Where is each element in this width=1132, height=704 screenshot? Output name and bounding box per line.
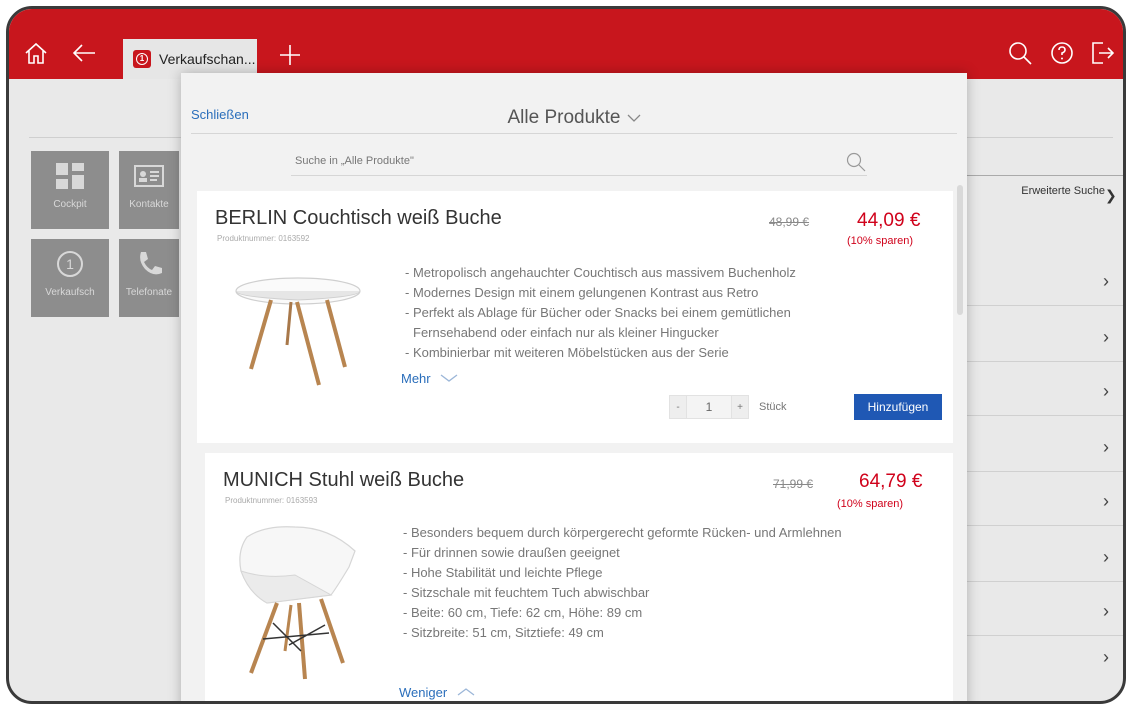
chevron-right-icon[interactable]: › xyxy=(1103,381,1109,402)
add-tab-icon[interactable] xyxy=(277,42,303,68)
product-name[interactable]: MUNICH Stuhl weiß Buche xyxy=(223,469,464,492)
saving-badge: (10% sparen) xyxy=(847,235,914,247)
chevron-right-icon[interactable]: ❯ xyxy=(1105,187,1117,204)
badge-1-icon: 1 xyxy=(31,249,109,281)
tile-cockpit[interactable]: Cockpit xyxy=(31,151,109,229)
list-divider xyxy=(967,361,1123,362)
chevron-up-icon xyxy=(451,685,475,700)
chevron-right-icon[interactable]: › xyxy=(1103,437,1109,458)
increment-button[interactable]: + xyxy=(731,395,749,419)
chevron-right-icon[interactable]: › xyxy=(1103,601,1109,622)
tile-telefonate[interactable]: Telefonate xyxy=(119,239,179,317)
chevron-right-icon[interactable]: › xyxy=(1103,271,1109,292)
product-name[interactable]: BERLIN Couchtisch weiß Buche xyxy=(215,207,502,230)
old-price: 48,99 € xyxy=(769,215,810,229)
search-placeholder: Suche in „Alle Produkte" xyxy=(295,155,414,167)
chevron-right-icon[interactable]: › xyxy=(1103,491,1109,512)
tab-badge-icon: 1 xyxy=(133,50,151,68)
scrollbar[interactable] xyxy=(957,185,963,315)
modal-header: Schließen Alle Produkte Suche in „Alle P… xyxy=(181,73,967,185)
right-panel-divider xyxy=(967,175,1123,176)
help-icon[interactable] xyxy=(1049,40,1075,66)
add-button[interactable]: Hinzufügen xyxy=(854,394,942,420)
dashboard-icon xyxy=(31,161,109,193)
more-toggle[interactable]: Mehr xyxy=(401,371,458,386)
quantity-field[interactable]: 1 xyxy=(687,395,731,419)
tab-label: Verkaufschan... xyxy=(159,51,256,67)
product-number: Produktnummer: 0163593 xyxy=(225,496,318,505)
list-divider xyxy=(967,581,1123,582)
product-picker-modal: Schließen Alle Produkte Suche in „Alle P… xyxy=(181,73,967,701)
list-divider xyxy=(967,471,1123,472)
feature-list: - Besonders bequem durch körpergerecht g… xyxy=(403,525,842,640)
search-icon[interactable] xyxy=(1007,40,1033,66)
phone-icon xyxy=(119,249,179,281)
product-number: Produktnummer: 0163592 xyxy=(217,234,310,243)
header-divider xyxy=(191,133,957,134)
list-divider xyxy=(967,415,1123,416)
search-input[interactable]: Suche in „Alle Produkte" xyxy=(291,149,867,176)
chevron-right-icon[interactable]: › xyxy=(1103,547,1109,568)
home-icon[interactable] xyxy=(23,40,49,66)
old-price: 71,99 € xyxy=(773,477,814,491)
new-price: 44,09 € xyxy=(857,210,921,231)
tile-kontakte[interactable]: Kontakte xyxy=(119,151,179,229)
new-price: 64,79 € xyxy=(859,471,923,492)
svg-text:1: 1 xyxy=(66,256,74,272)
product-card: BERLIN Couchtisch weiß Buche Produktnumm… xyxy=(197,191,953,443)
chevron-down-icon xyxy=(627,107,641,129)
chevron-right-icon[interactable]: › xyxy=(1103,327,1109,348)
tablet-frame: 1 Verkaufschan... Cockpit Kontakte 1 Ver… xyxy=(6,6,1126,704)
chair-image xyxy=(225,523,365,688)
feature-list: - Metropolisch angehauchter Couchtisch a… xyxy=(405,265,796,360)
search-icon[interactable] xyxy=(845,151,867,173)
list-divider xyxy=(967,525,1123,526)
modal-title[interactable]: Alle Produkte xyxy=(181,107,967,129)
list-divider xyxy=(967,305,1123,306)
logout-icon[interactable] xyxy=(1089,40,1115,66)
chevron-down-icon xyxy=(434,371,458,386)
advanced-search-link[interactable]: Erweiterte Suche xyxy=(967,185,1123,197)
back-arrow-icon[interactable] xyxy=(71,40,97,66)
quantity-stepper: - 1 + Stück xyxy=(669,395,787,419)
product-card: MUNICH Stuhl weiß Buche Produktnummer: 0… xyxy=(205,453,953,701)
decrement-button[interactable]: - xyxy=(669,395,687,419)
less-toggle[interactable]: Weniger xyxy=(399,685,475,700)
chevron-right-icon[interactable]: › xyxy=(1103,647,1109,668)
tile-verkaufschancen[interactable]: 1 Verkaufsch xyxy=(31,239,109,317)
top-bar: 1 Verkaufschan... xyxy=(9,9,1123,79)
contact-card-icon xyxy=(119,161,179,193)
list-divider xyxy=(967,635,1123,636)
unit-label: Stück xyxy=(759,401,787,413)
coffee-table-image xyxy=(233,273,363,396)
saving-badge: (10% sparen) xyxy=(837,498,904,510)
